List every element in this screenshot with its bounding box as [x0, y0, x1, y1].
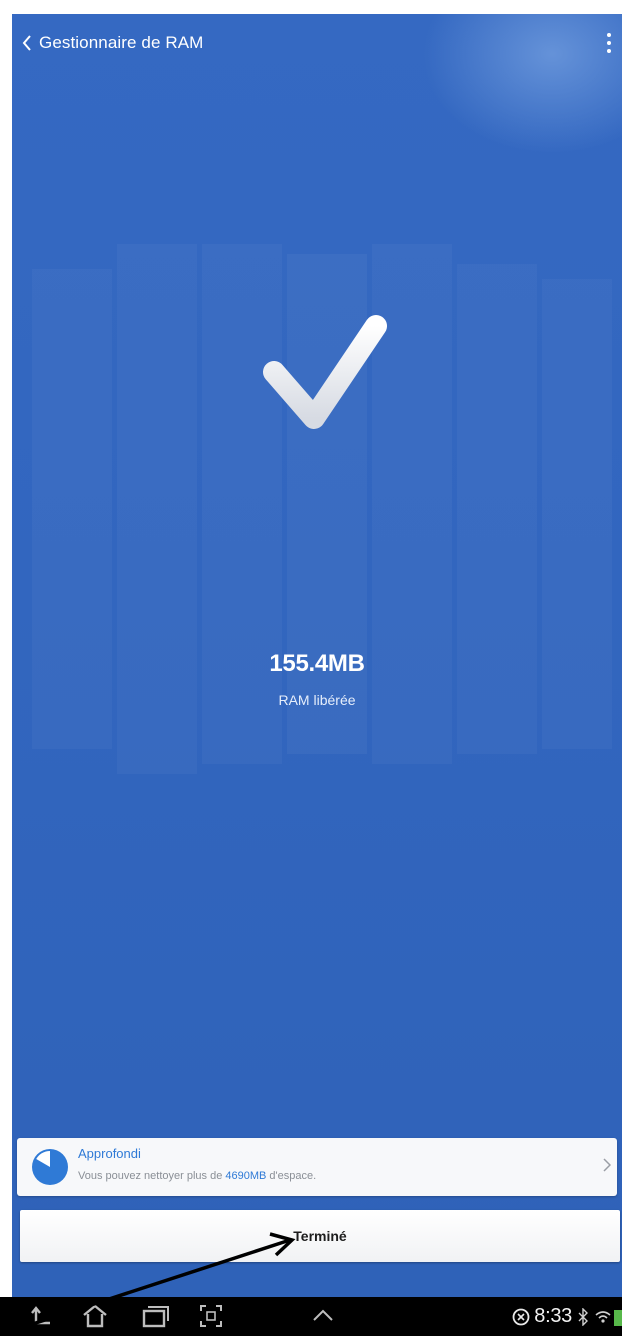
page-title: Gestionnaire de RAM [39, 33, 204, 52]
top-bar: Gestionnaire de RAM [12, 14, 622, 70]
chevron-left-icon [22, 35, 31, 51]
bluetooth-icon [578, 1307, 588, 1326]
back-button[interactable]: Gestionnaire de RAM [22, 30, 203, 56]
screenshot-icon[interactable] [198, 1303, 224, 1329]
done-button-label: Terminé [293, 1228, 347, 1244]
freed-ram-value: 155.4MB [269, 650, 365, 677]
status-time: 8:33 [534, 1305, 572, 1327]
done-button[interactable]: Terminé [20, 1210, 620, 1262]
wifi-icon [595, 1310, 611, 1323]
card-desc-suffix: d'espace. [266, 1170, 317, 1182]
up-arrow-icon[interactable] [310, 1303, 336, 1329]
status-area: 8:33 [512, 1297, 622, 1336]
pie-icon [32, 1149, 68, 1185]
chevron-right-icon [603, 1158, 611, 1172]
overflow-menu-icon[interactable] [602, 30, 616, 56]
freed-ram-label: RAM libérée [278, 692, 356, 708]
card-description: Vous pouvez nettoyer plus de 4690MB d'es… [78, 1170, 316, 1182]
background-column [457, 264, 537, 754]
card-desc-highlight: 4690MB [225, 1170, 267, 1182]
background-column [542, 279, 612, 749]
checkmark-icon [263, 315, 387, 429]
back-nav-icon[interactable] [28, 1303, 56, 1329]
app-screen: Gestionnaire de RAM 155.4MB RAM libérée [12, 14, 622, 1297]
recent-apps-icon[interactable] [140, 1303, 170, 1329]
sync-icon [512, 1308, 530, 1325]
card-title: Approfondi [78, 1146, 141, 1161]
card-desc-prefix: Vous pouvez nettoyer plus de [78, 1170, 226, 1182]
home-nav-icon[interactable] [80, 1303, 110, 1329]
system-nav-bar: 8:33 [0, 1297, 622, 1336]
device-frame: Gestionnaire de RAM 155.4MB RAM libérée [0, 0, 622, 1336]
deep-clean-card[interactable]: Approfondi Vous pouvez nettoyer plus de … [17, 1138, 617, 1196]
battery-icon [614, 1309, 622, 1326]
